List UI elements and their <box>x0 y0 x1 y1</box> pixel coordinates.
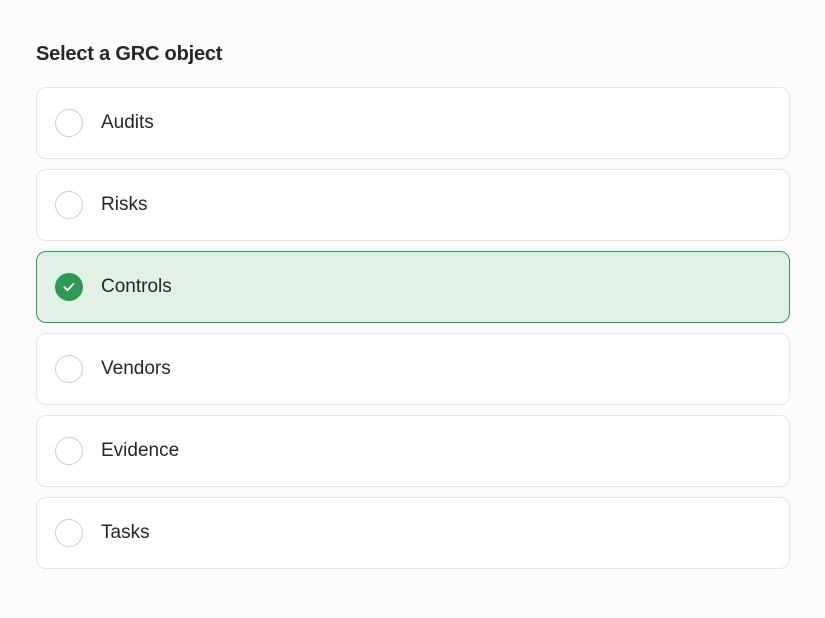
option-audits[interactable]: Audits <box>36 87 790 159</box>
option-vendors[interactable]: Vendors <box>36 333 790 405</box>
option-label: Vendors <box>101 358 171 379</box>
radio-icon[interactable] <box>55 519 83 547</box>
checkmark-icon[interactable] <box>55 273 83 301</box>
option-label: Controls <box>101 276 172 297</box>
radio-icon[interactable] <box>55 437 83 465</box>
option-tasks[interactable]: Tasks <box>36 497 790 569</box>
radio-icon[interactable] <box>55 191 83 219</box>
radio-icon[interactable] <box>55 355 83 383</box>
option-label: Audits <box>101 112 154 133</box>
option-label: Evidence <box>101 440 180 461</box>
option-list: Audits Risks Controls Vendors Evidence T… <box>36 87 790 569</box>
option-evidence[interactable]: Evidence <box>36 415 790 487</box>
radio-icon[interactable] <box>55 109 83 137</box>
option-label: Risks <box>101 194 148 215</box>
page-title: Select a GRC object <box>36 43 223 65</box>
option-label: Tasks <box>101 522 150 543</box>
option-controls[interactable]: Controls <box>36 251 790 323</box>
grc-object-selector: Select a GRC object Audits Risks Control… <box>0 0 825 618</box>
option-risks[interactable]: Risks <box>36 169 790 241</box>
